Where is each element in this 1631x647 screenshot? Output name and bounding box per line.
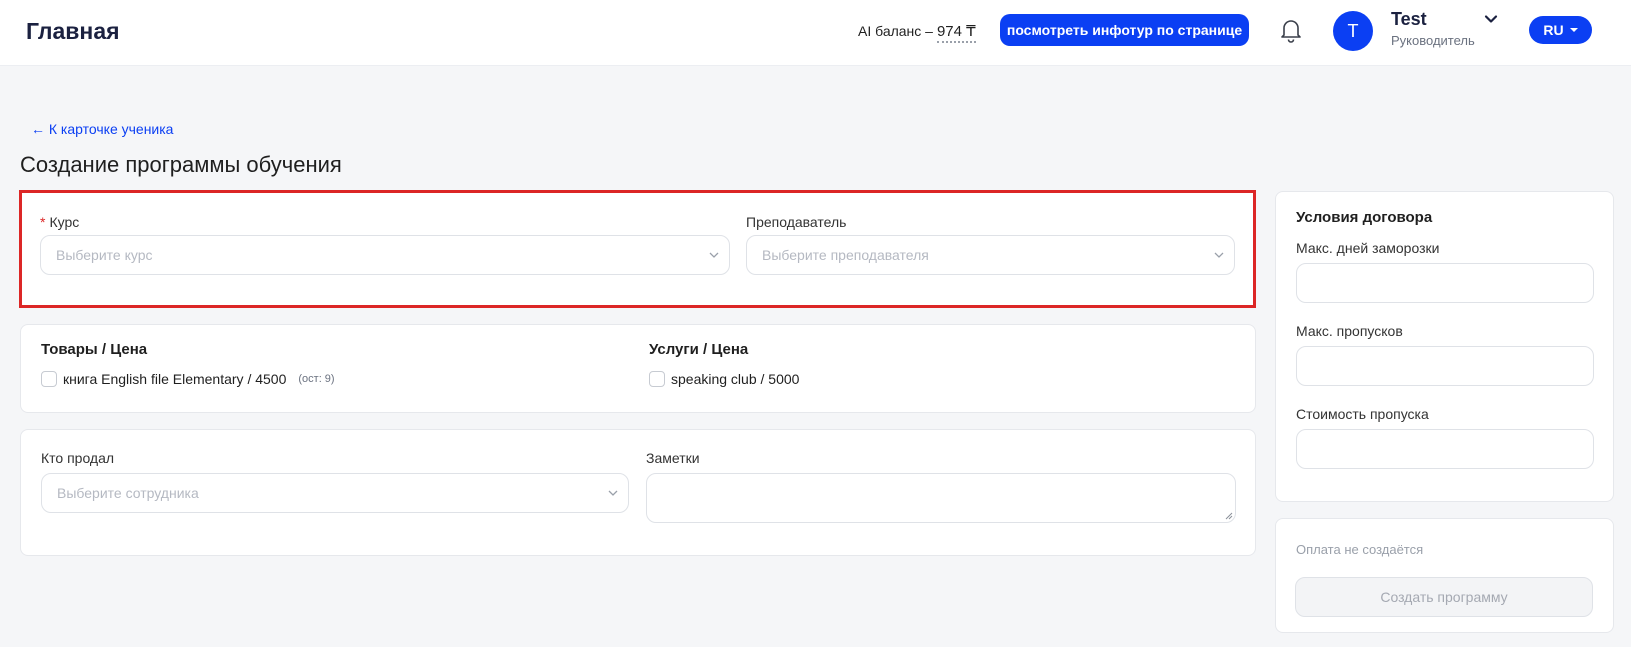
page-title: Создание программы обучения (20, 152, 342, 177)
max-freeze-input[interactable] (1296, 263, 1594, 303)
ai-balance-label: AI баланс – (858, 23, 933, 39)
skip-cost-label: Стоимость пропуска (1296, 406, 1429, 422)
seller-notes-card: Кто продал Выберите сотрудника Заметки (20, 429, 1256, 556)
language-selector[interactable]: RU (1529, 16, 1592, 44)
services-item[interactable]: speaking club / 5000 (649, 371, 799, 387)
course-teacher-card: * Курс Выберите курс Преподаватель Выбери… (19, 190, 1256, 308)
max-skips-label: Макс. пропусков (1296, 323, 1403, 339)
course-select[interactable]: Выберите курс (40, 235, 730, 275)
chevron-down-icon (1214, 252, 1224, 258)
required-mark: * (40, 214, 46, 230)
goods-item[interactable]: книга English file Elementary / 4500 (ос… (41, 371, 335, 387)
create-program-button[interactable]: Создать программу (1295, 577, 1593, 617)
teacher-select[interactable]: Выберите преподавателя (746, 235, 1235, 275)
contract-conditions-card: Условия договора Макс. дней заморозки Ма… (1275, 191, 1614, 502)
services-title: Услуги / Цена (649, 341, 749, 358)
chevron-down-icon (608, 490, 618, 496)
info-tour-button[interactable]: посмотреть инфотур по странице (1000, 14, 1249, 46)
chevron-down-icon[interactable] (1484, 12, 1498, 26)
chevron-down-icon (709, 252, 719, 258)
avatar[interactable]: T (1333, 11, 1373, 51)
course-label: * Курс (40, 214, 79, 230)
skip-cost-input[interactable] (1296, 429, 1594, 469)
bell-icon[interactable] (1280, 17, 1302, 43)
max-skips-input[interactable] (1296, 346, 1594, 386)
ai-balance-amount[interactable]: 974 ₸ (936, 22, 976, 43)
seller-select[interactable]: Выберите сотрудника (41, 473, 629, 513)
caret-down-icon (1569, 28, 1578, 32)
goods-item-checkbox[interactable] (41, 371, 57, 387)
goods-title: Товары / Цена (41, 341, 148, 358)
header-title: Главная (26, 18, 120, 44)
ai-balance: AI баланс – 974 ₸ (858, 22, 976, 43)
notes-textarea[interactable] (646, 473, 1236, 523)
course-label-text: Курс (49, 214, 80, 230)
resize-handle-icon[interactable] (1224, 511, 1233, 520)
goods-services-card: Товары / Цена книга English file Element… (20, 324, 1256, 413)
services-item-label: speaking club / 5000 (671, 371, 800, 387)
course-placeholder: Выберите курс (56, 247, 153, 263)
goods-item-label: книга English file Elementary / 4500 (63, 371, 287, 387)
goods-item-stock: (ост: 9) (298, 373, 335, 385)
notes-label: Заметки (646, 450, 700, 466)
seller-placeholder: Выберите сотрудника (57, 485, 199, 501)
max-freeze-label: Макс. дней заморозки (1296, 240, 1440, 256)
teacher-label: Преподаватель (746, 214, 847, 230)
services-item-checkbox[interactable] (649, 371, 665, 387)
top-header: Главная AI баланс – 974 ₸ посмотреть инф… (0, 0, 1631, 66)
payment-note: Оплата не создаётся (1296, 542, 1424, 557)
language-label: RU (1543, 22, 1564, 38)
teacher-placeholder: Выберите преподавателя (762, 247, 929, 263)
seller-label: Кто продал (41, 450, 115, 466)
user-name[interactable]: Test (1391, 9, 1427, 30)
back-to-student-card-link[interactable]: ← К карточке ученика (31, 121, 173, 137)
contract-title: Условия договора (1296, 209, 1433, 226)
user-role: Руководитель (1391, 33, 1475, 48)
